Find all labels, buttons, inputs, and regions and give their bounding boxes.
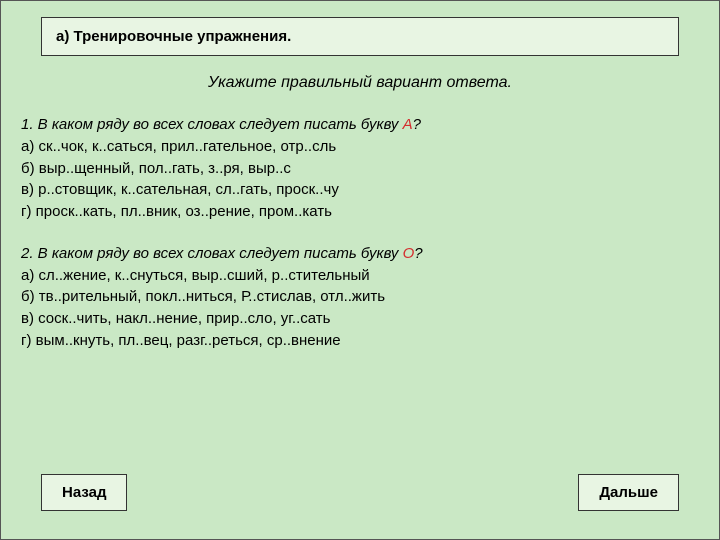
question-1-prompt: 1. В каком ряду во всех словах следует п…	[21, 114, 699, 136]
q1-option-d: г) проск..кать, пл..вник, оз..рение, про…	[21, 201, 699, 223]
content-area: 1. В каком ряду во всех словах следует п…	[1, 92, 719, 352]
q1-prompt-highlight: А	[403, 116, 413, 133]
q2-prompt-post: ?	[414, 245, 422, 262]
q2-option-a: а) сл..жение, к..снуться, выр..сший, р..…	[21, 265, 699, 287]
q1-prompt-pre: 1. В каком ряду во всех словах следует п…	[21, 116, 403, 133]
q1-option-a: а) ск..чок, к..саться, прил..гательное, …	[21, 136, 699, 158]
header-text: а) Тренировочные упражнения.	[56, 28, 291, 45]
q1-prompt-post: ?	[413, 116, 421, 133]
question-2-prompt: 2. В каком ряду во всех словах следует п…	[21, 243, 699, 265]
instruction-text: Укажите правильный вариант ответа.	[1, 74, 719, 92]
q2-prompt-pre: 2. В каком ряду во всех словах следует п…	[21, 245, 403, 262]
q2-option-d: г) вым..кнуть, пл..вец, разг..реться, ср…	[21, 330, 699, 352]
header-box: а) Тренировочные упражнения.	[41, 17, 679, 56]
back-button[interactable]: Назад	[41, 474, 127, 511]
button-row: Назад Дальше	[1, 474, 719, 511]
q2-option-c: в) соск..чить, накл..нение, прир..сло, у…	[21, 308, 699, 330]
q1-option-b: б) выр..щенный, пол..гать, з..ря, выр..с	[21, 158, 699, 180]
q2-prompt-highlight: О	[403, 245, 415, 262]
q2-option-b: б) тв..рительный, покл..ниться, Р..стисл…	[21, 286, 699, 308]
q1-option-c: в) р..стовщик, к..сательная, сл..гать, п…	[21, 179, 699, 201]
next-button[interactable]: Дальше	[578, 474, 679, 511]
